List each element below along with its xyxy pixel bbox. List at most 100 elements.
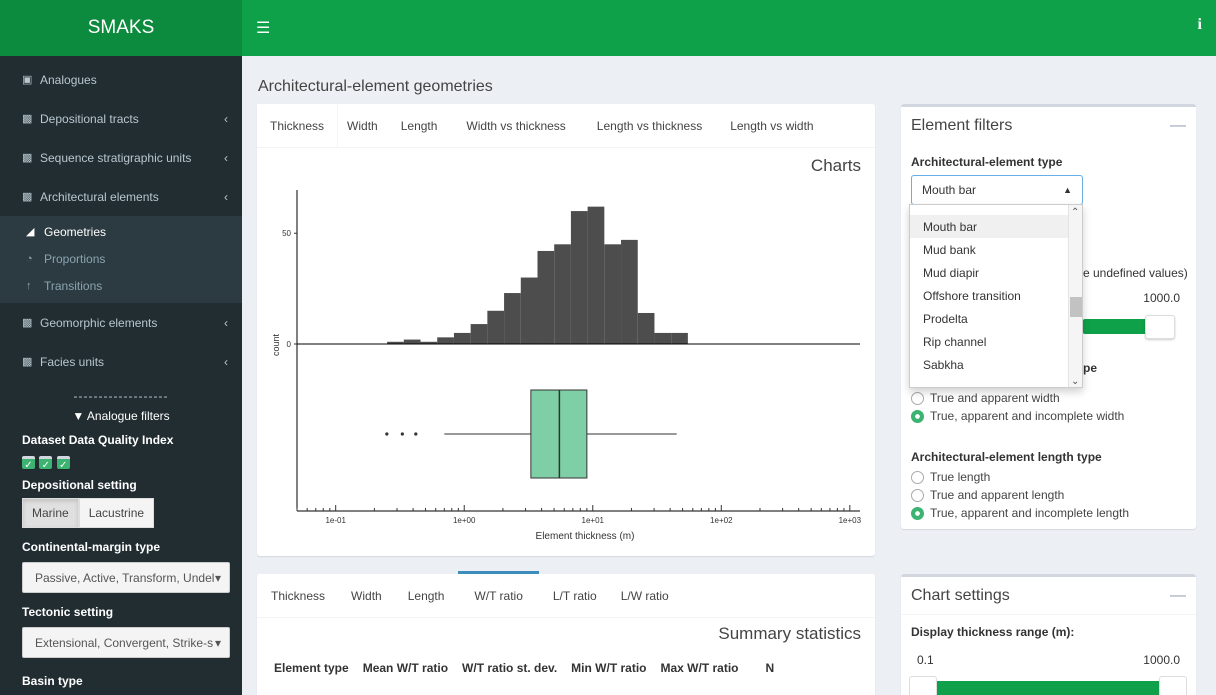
tab-width[interactable]: Width bbox=[338, 104, 387, 147]
x-tick-label: 1e+01 bbox=[582, 516, 605, 525]
option-offshore-transition[interactable]: Offshore transition bbox=[910, 284, 1082, 307]
option-mud-bank[interactable]: Mud bank bbox=[910, 238, 1082, 261]
pie-chart-icon: ◔ bbox=[26, 252, 33, 265]
dq-checkbox-b[interactable]: ✓B bbox=[39, 455, 53, 471]
tab-stats-wt-ratio[interactable]: W/T ratio bbox=[458, 571, 539, 617]
cm-select[interactable]: Passive, Active, Transform, Undel ▾ bbox=[22, 562, 230, 593]
col-min[interactable]: Min W/T ratio bbox=[564, 654, 653, 682]
option-mud-diapir[interactable]: Mud diapir bbox=[910, 261, 1082, 284]
histogram-bar bbox=[403, 339, 421, 344]
collapse-icon[interactable]: — bbox=[1170, 117, 1186, 135]
radio-true-length[interactable]: True length bbox=[911, 468, 1129, 486]
slider-handle-max[interactable] bbox=[1145, 315, 1175, 339]
architectural-elements-submenu: ◢ Geometries ◔ Proportions ↑ Transitions bbox=[0, 216, 242, 303]
x-axis-label: Element thickness (m) bbox=[536, 531, 635, 542]
histogram-bar bbox=[487, 310, 505, 344]
element-type-select[interactable]: Mouth bar ▲ bbox=[911, 175, 1083, 205]
tab-width-vs-thickness[interactable]: Width vs thickness bbox=[451, 104, 580, 147]
col-max[interactable]: Max W/T ratio bbox=[654, 654, 746, 682]
histogram-bar bbox=[554, 244, 571, 344]
dq-checkbox-a[interactable]: ✓A bbox=[22, 455, 35, 471]
cm-heading: Continental-margin type bbox=[22, 540, 161, 554]
tab-thickness[interactable]: Thickness bbox=[257, 104, 339, 147]
range-max-input[interactable]: 1000.0 bbox=[1126, 647, 1186, 673]
sidebar-item-analogues[interactable]: ▣ Analogues bbox=[0, 60, 242, 99]
sidebar-item-depositional-tracts[interactable]: ▩ Depositional tracts ‹ bbox=[0, 99, 242, 138]
basin-heading: Basin type bbox=[22, 674, 83, 688]
x-tick-label: 1e+00 bbox=[453, 516, 476, 525]
sidebar-item-facies-units[interactable]: ▩ Facies units ‹ bbox=[0, 342, 242, 381]
tectonic-heading: Tectonic setting bbox=[22, 605, 114, 619]
scrollbar-thumb[interactable] bbox=[1070, 297, 1082, 317]
dq-checkbox-group: ✓A ✓B ✓C bbox=[0, 455, 242, 471]
col-mean[interactable]: Mean W/T ratio bbox=[356, 654, 455, 682]
check-icon: ✓ bbox=[22, 455, 35, 471]
chart-settings-header: Chart settings — bbox=[901, 577, 1196, 615]
tab-length-vs-width[interactable]: Length vs width bbox=[718, 104, 825, 147]
range-slider-track[interactable] bbox=[937, 681, 1161, 695]
range-min-input[interactable]: 0.1 bbox=[911, 647, 971, 673]
tectonic-select[interactable]: Extensional, Convergent, Strike-s ▾ bbox=[22, 627, 230, 658]
col-element-type[interactable]: Element type bbox=[267, 654, 356, 682]
app-logo[interactable]: SMAKS bbox=[0, 0, 242, 56]
radio-true-apparent-width[interactable]: True and apparent width bbox=[911, 389, 1124, 407]
check-icon: ✓ bbox=[39, 455, 53, 471]
boxplot-outlier bbox=[400, 432, 404, 436]
chevron-left-icon: ‹ bbox=[224, 354, 228, 369]
option-prodelta[interactable]: Prodelta bbox=[910, 307, 1082, 330]
dropdown-scrollbar[interactable]: ⌃ ⌄ bbox=[1068, 205, 1082, 387]
option-sabkha[interactable]: Sabkha bbox=[910, 353, 1082, 376]
area-chart-icon: ◢ bbox=[26, 226, 35, 238]
tab-stats-lw-ratio[interactable]: L/W ratio bbox=[611, 574, 679, 617]
y-ticks: 0 50 bbox=[282, 229, 297, 349]
element-max-input[interactable]: 1000.0 bbox=[1136, 285, 1186, 311]
marine-button[interactable]: Marine bbox=[22, 498, 79, 528]
range-slider-handle-max[interactable] bbox=[1159, 676, 1187, 695]
tab-stats-width[interactable]: Width bbox=[339, 574, 394, 617]
chevron-left-icon: ‹ bbox=[224, 315, 228, 330]
x-tick-label: 1e-01 bbox=[325, 516, 346, 525]
range-slider-handle-min[interactable] bbox=[909, 676, 937, 695]
dq-heading: Dataset Data Quality Index bbox=[22, 433, 174, 447]
dq-checkbox-c[interactable]: ✓C bbox=[56, 455, 70, 471]
info-icon[interactable]: i bbox=[1198, 16, 1202, 34]
col-n[interactable]: N bbox=[746, 654, 782, 682]
boxplot-outlier bbox=[385, 432, 389, 436]
radio-true-apparent-length[interactable]: True and apparent length bbox=[911, 486, 1129, 504]
histogram-bar bbox=[520, 277, 538, 344]
option-rip-channel[interactable]: Rip channel bbox=[910, 330, 1082, 353]
sidebar-item-geomorphic-elements[interactable]: ▩ Geomorphic elements ‹ bbox=[0, 303, 242, 342]
tab-stats-thickness[interactable]: Thickness bbox=[257, 574, 339, 617]
scroll-up-icon[interactable]: ⌃ bbox=[1071, 207, 1079, 218]
boxplot bbox=[385, 389, 677, 479]
width-type-label-fragment: pe bbox=[1083, 361, 1098, 375]
caret-down-icon: ▾ bbox=[214, 635, 221, 650]
caret-down-icon: ▾ bbox=[214, 570, 221, 585]
page-title: Architectural-element geometries bbox=[258, 78, 493, 95]
hamburger-icon[interactable]: ☰ bbox=[256, 18, 270, 38]
option-mouth-bar[interactable]: Mouth bar bbox=[910, 215, 1082, 238]
sidebar-subitem-transitions[interactable]: ↑ Transitions bbox=[0, 272, 242, 299]
depositional-heading: Depositional setting bbox=[22, 478, 137, 492]
chart-tabs: Thickness Width Length Width vs thicknes… bbox=[257, 104, 875, 148]
summary-stats-box: Thickness Width Length W/T ratio L/T rat… bbox=[257, 571, 875, 695]
sidebar-subitem-geometries[interactable]: ◢ Geometries bbox=[0, 218, 242, 245]
tab-stats-length[interactable]: Length bbox=[394, 574, 459, 617]
col-stdev[interactable]: W/T ratio st. dev. bbox=[455, 654, 564, 682]
stats-table: Element type Mean W/T ratio W/T ratio st… bbox=[267, 654, 781, 682]
charts-title: Charts bbox=[810, 156, 861, 175]
sidebar-subitem-proportions[interactable]: ◔ Proportions bbox=[0, 245, 242, 272]
collapse-icon[interactable]: — bbox=[1170, 587, 1186, 604]
lacustrine-button[interactable]: Lacustrine bbox=[78, 498, 155, 528]
tab-length[interactable]: Length bbox=[387, 104, 452, 147]
y-axis-label: count bbox=[271, 333, 281, 356]
sidebar-item-architectural-elements[interactable]: ▩ Architectural elements ‹ bbox=[0, 177, 242, 216]
scroll-down-icon[interactable]: ⌄ bbox=[1071, 376, 1079, 387]
tab-stats-lt-ratio[interactable]: L/T ratio bbox=[539, 574, 611, 617]
radio-true-apparent-incomplete-width[interactable]: True, apparent and incomplete width bbox=[911, 407, 1124, 425]
chevron-left-icon: ‹ bbox=[224, 150, 228, 165]
radio-true-apparent-incomplete-length[interactable]: True, apparent and incomplete length bbox=[911, 504, 1129, 522]
sidebar-item-sequence-units[interactable]: ▩ Sequence stratigraphic units ‹ bbox=[0, 138, 242, 177]
tab-length-vs-thickness[interactable]: Length vs thickness bbox=[581, 104, 718, 147]
histogram bbox=[387, 206, 688, 344]
